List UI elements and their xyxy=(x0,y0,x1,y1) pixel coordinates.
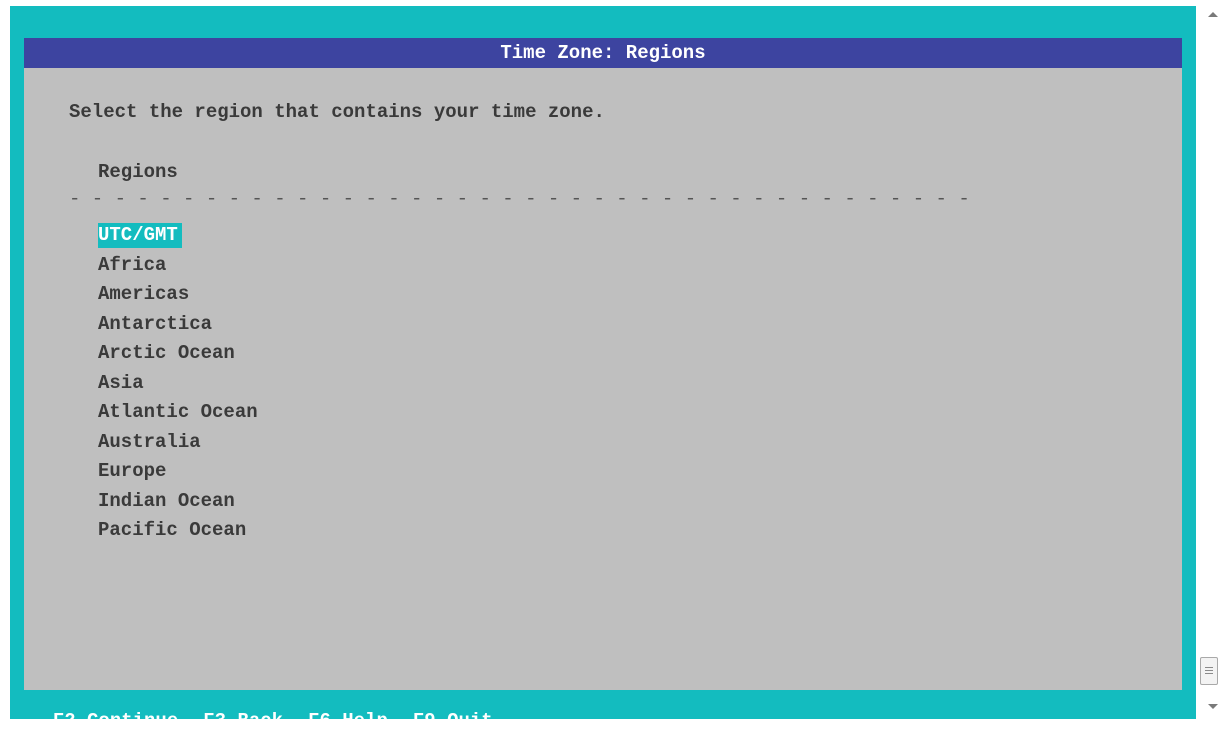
dialog-panel: Time Zone: Regions Select the region tha… xyxy=(24,38,1182,690)
region-label: Asia xyxy=(98,371,144,394)
region-label: Africa xyxy=(98,253,167,276)
region-item-pacific-ocean[interactable]: Pacific Ocean xyxy=(98,516,262,546)
region-label: Americas xyxy=(98,283,190,305)
region-item-arctic-ocean[interactable]: Arctic Ocean xyxy=(98,339,262,369)
region-item-australia[interactable]: Australia xyxy=(98,428,262,458)
region-item-atlantic-ocean[interactable]: Atlantic Ocean xyxy=(98,398,262,428)
grip-line-icon xyxy=(1205,673,1213,674)
region-label: Pacific Ocean xyxy=(98,519,247,541)
quit-key[interactable]: F9_Quit xyxy=(413,710,493,732)
instructions-text: Select the region that contains your tim… xyxy=(69,101,605,123)
region-label: UTC/GMT xyxy=(98,223,182,248)
continue-key[interactable]: F2_Continue xyxy=(53,710,178,732)
region-item-utc-gmt[interactable]: UTC/GMT xyxy=(98,221,262,251)
vertical-scrollbar[interactable] xyxy=(1197,0,1231,719)
back-key[interactable]: F3_Back xyxy=(203,710,283,732)
region-label: Indian Ocean xyxy=(98,489,235,512)
region-item-indian-ocean[interactable]: Indian Ocean xyxy=(98,487,262,517)
help-key[interactable]: F6_Help xyxy=(308,710,388,732)
region-item-asia[interactable]: Asia xyxy=(98,369,262,399)
grip-line-icon xyxy=(1205,670,1213,671)
region-list: UTC/GMT Africa Americas Antarctica Arcti… xyxy=(98,221,262,546)
grip-line-icon xyxy=(1205,667,1213,668)
region-label: Antarctica xyxy=(98,312,213,335)
region-label: Europe xyxy=(98,460,167,482)
region-item-americas[interactable]: Americas xyxy=(98,280,262,310)
terminal-screen: Time Zone: Regions Select the region tha… xyxy=(10,6,1196,719)
region-item-antarctica[interactable]: Antarctica xyxy=(98,310,262,340)
scroll-thumb[interactable] xyxy=(1200,657,1218,685)
function-key-bar: F2_Continue F3_Back F6_Help F9_Quit xyxy=(30,688,518,732)
region-label: Australia xyxy=(98,430,201,453)
region-item-africa[interactable]: Africa xyxy=(98,251,262,281)
header-divider: - - - - - - - - - - - - - - - - - - - - … xyxy=(69,188,970,210)
scroll-up-arrow-icon[interactable] xyxy=(1208,12,1218,17)
region-label: Arctic Ocean xyxy=(98,342,235,364)
regions-column-header: Regions xyxy=(98,161,178,183)
dialog-title: Time Zone: Regions xyxy=(24,38,1182,68)
region-label: Atlantic Ocean xyxy=(98,401,258,423)
region-item-europe[interactable]: Europe xyxy=(98,457,262,487)
scroll-down-arrow-icon[interactable] xyxy=(1208,704,1218,709)
